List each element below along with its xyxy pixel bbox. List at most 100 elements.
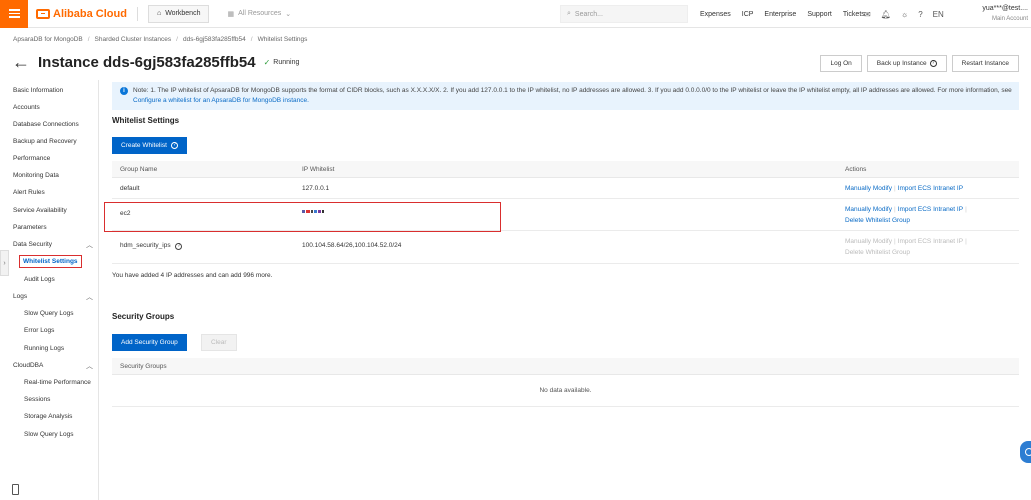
sidebar-item-performance[interactable]: Performance — [13, 155, 50, 162]
column-header: IP Whitelist — [302, 166, 335, 173]
backup-label: Back up Instance — [876, 60, 927, 67]
logo-text: Alibaba Cloud — [53, 7, 127, 20]
manually-modify-link-disabled: Manually Modify — [845, 238, 892, 245]
nav-link-enterprise[interactable]: Enterprise — [764, 11, 796, 18]
group-name: default — [120, 185, 140, 192]
search-placeholder: Search... — [574, 10, 603, 18]
import-ecs-ip-link-disabled: Import ECS Intranet IP — [897, 238, 964, 245]
bell-icon[interactable]: 🔔︎ — [881, 10, 891, 19]
sidebar-item-whitelist-settings[interactable]: Whitelist Settings — [19, 255, 82, 268]
group-name-cell: hdm_security_ips ? — [120, 242, 183, 250]
sidebar-item-database-connections[interactable]: Database Connections — [13, 121, 79, 128]
status-badge: ✓ Running — [264, 58, 300, 67]
nav-link-icp[interactable]: ICP — [742, 11, 754, 18]
divider — [136, 6, 138, 21]
breadcrumb-item[interactable]: Sharded Cluster Instances — [95, 36, 172, 43]
sidebar-item-backup-recovery[interactable]: Backup and Recovery — [13, 138, 77, 145]
backup-instance-button[interactable]: Back up Instance ? — [866, 55, 947, 72]
logo[interactable]: Alibaba Cloud — [36, 8, 127, 20]
sidebar-item-error-logs[interactable]: Error Logs — [24, 327, 54, 334]
create-whitelist-button[interactable]: Create Whitelist ? — [112, 137, 187, 154]
whitelist-help-link[interactable]: Configure a whitelist for an ApsaraDB fo… — [133, 97, 309, 104]
help-icon[interactable]: ? — [918, 10, 922, 19]
language-switch[interactable]: EN — [933, 10, 944, 19]
log-on-button[interactable]: Log On — [820, 55, 862, 72]
column-header: Actions — [845, 166, 867, 173]
all-resources-label: All Resources — [238, 10, 282, 17]
check-icon: ✓ — [263, 57, 271, 67]
column-header: Group Name — [120, 166, 158, 173]
row-actions: Manually Modify | Import ECS Intranet IP — [845, 185, 964, 192]
search-input[interactable]: ⌕ Search... — [560, 5, 688, 23]
workbench-button[interactable]: ⌂ Workbench — [147, 4, 210, 23]
top-nav-links: Expenses ICP Enterprise Support Tickets — [700, 0, 865, 28]
import-ecs-ip-link[interactable]: Import ECS Intranet IP — [898, 185, 963, 192]
chevron-up-icon[interactable]: ︿ — [86, 361, 93, 371]
sidebar-item-alert-rules[interactable]: Alert Rules — [13, 189, 45, 196]
floating-help-button[interactable] — [1020, 441, 1031, 463]
delete-whitelist-group-link-disabled: Delete Whitelist Group — [845, 249, 911, 256]
nav-link-expenses[interactable]: Expenses — [700, 11, 731, 18]
alibaba-cloud-logo-icon — [36, 8, 50, 19]
question-icon[interactable]: ? — [175, 243, 183, 250]
sidebar-item-sessions[interactable]: Sessions — [24, 396, 50, 403]
sidebar-collapse-handle[interactable]: › — [0, 250, 9, 276]
sidebar-item-storage-analysis[interactable]: Storage Analysis — [24, 413, 72, 420]
breadcrumb-item[interactable]: dds-6gj583fa285ffb54 — [183, 36, 246, 43]
delete-whitelist-group-link[interactable]: Delete Whitelist Group — [845, 217, 910, 224]
sidebar-group-logs[interactable]: Logs — [13, 293, 27, 300]
breadcrumb-item-current: Whitelist Settings — [257, 36, 308, 43]
sidebar-item-basic-information[interactable]: Basic Information — [13, 87, 63, 94]
no-data-text: No data available. — [539, 387, 592, 394]
page-title: Instance dds-6gj583fa285ffb54 — [38, 53, 256, 71]
sidebar-item-accounts[interactable]: Accounts — [13, 104, 40, 111]
status-text: Running — [273, 58, 300, 66]
feedback-icon[interactable] — [12, 484, 19, 495]
add-security-group-button[interactable]: Add Security Group — [112, 334, 187, 351]
account-menu[interactable]: yua***@test.... Main Account — [958, 4, 1028, 24]
sidebar-item-audit-logs[interactable]: Audit Logs — [24, 276, 55, 283]
table-header: Group Name IP Whitelist Actions — [112, 161, 1019, 178]
header-actions: Log On Back up Instance ? Restart Instan… — [820, 55, 1019, 72]
table-row: default 127.0.0.1 Manually Modify | Import… — [112, 178, 1019, 199]
column-header: Security Groups — [120, 363, 167, 370]
manually-modify-link[interactable]: Manually Modify — [845, 206, 892, 213]
sidebar-item-monitoring-data[interactable]: Monitoring Data — [13, 172, 59, 179]
whitelist-section-title: Whitelist Settings — [112, 116, 180, 125]
note-text: Note: 1. The IP whitelist of ApsaraDB fo… — [133, 87, 1012, 94]
sidebar-group-clouddba[interactable]: CloudDBA — [13, 362, 43, 369]
sidebar-item-parameters[interactable]: Parameters — [13, 224, 47, 231]
breadcrumb-item[interactable]: ApsaraDB for MongoDB — [13, 36, 83, 43]
ip-whitelist: 100.104.58.64/26,100.104.52.0/24 — [302, 242, 402, 249]
sidebar-item-running-logs[interactable]: Running Logs — [24, 345, 64, 352]
table-row: hdm_security_ips ? 100.104.58.64/26,100.… — [112, 231, 1019, 264]
security-groups-section-title: Security Groups — [112, 312, 175, 321]
sidebar-item-slow-query-logs[interactable]: Slow Query Logs — [24, 310, 74, 317]
sidebar-item-realtime-performance[interactable]: Real-time Performance — [24, 379, 91, 386]
clear-button: Clear — [201, 334, 237, 351]
nav-link-tickets[interactable]: Tickets — [843, 11, 865, 18]
nav-link-support[interactable]: Support — [807, 11, 832, 18]
whitelist-summary: You have added 4 IP addresses and can ad… — [112, 272, 273, 279]
lightbulb-icon[interactable]: ☼ — [901, 10, 908, 19]
chevron-down-icon: ⌄ — [285, 10, 292, 18]
all-resources-dropdown[interactable]: ▦ All Resources ⌄ — [227, 10, 291, 18]
import-ecs-ip-link[interactable]: Import ECS Intranet IP — [898, 206, 963, 213]
sidebar-item-clouddba-slow-query-logs[interactable]: Slow Query Logs — [24, 431, 74, 438]
sidebar-group-data-security[interactable]: Data Security — [13, 241, 52, 248]
highlight-box — [104, 202, 501, 232]
manually-modify-link[interactable]: Manually Modify — [845, 185, 892, 192]
security-groups-table: Security Groups — [112, 358, 1019, 407]
search-icon: ⌕ — [567, 10, 571, 17]
title-row: ← Instance dds-6gj583fa285ffb54 ✓ Runnin… — [12, 52, 299, 72]
message-icon[interactable]: ✉ — [864, 10, 871, 19]
chevron-up-icon[interactable]: ︿ — [86, 240, 93, 250]
info-icon: i — [120, 87, 128, 95]
menu-icon[interactable] — [0, 0, 28, 28]
sidebar-item-service-availability[interactable]: Service Availability — [13, 207, 67, 214]
table-header: Security Groups — [112, 358, 1019, 375]
restart-instance-button[interactable]: Restart Instance — [951, 55, 1019, 72]
chevron-up-icon[interactable]: ︿ — [86, 292, 93, 302]
workbench-label: Workbench — [165, 10, 201, 17]
back-arrow-icon[interactable]: ← — [12, 52, 30, 72]
